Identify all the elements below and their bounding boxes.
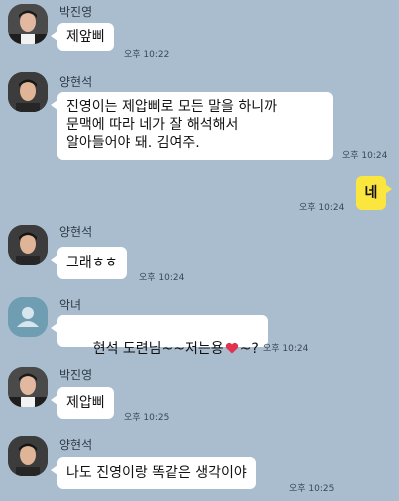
avatar[interactable] (8, 367, 48, 407)
message-bubble[interactable]: 나도 진영이랑 똑같은 생각이야 (51, 457, 256, 489)
chat-room[interactable]: 박진영 제앞삐 오후 10:22 양현석 진영이는 제압삐로 모든 말을 하니까… (0, 0, 399, 501)
sender-name: 악녀 (59, 298, 82, 312)
message-time: 오후 10:22 (124, 50, 170, 60)
message-time: 오후 10:24 (299, 203, 345, 213)
avatar[interactable] (8, 225, 48, 265)
message-bubble[interactable]: 제압삐 (51, 387, 114, 419)
message-time: 오후 10:25 (124, 413, 170, 423)
person-photo-icon (8, 4, 48, 44)
avatar[interactable] (8, 4, 48, 44)
default-profile-icon (8, 297, 48, 337)
sender-name: 양현석 (59, 438, 93, 452)
message-time: 오후 10:25 (289, 484, 335, 494)
avatar[interactable] (8, 436, 48, 476)
sender-name: 박진영 (59, 368, 93, 382)
sender-name: 양현석 (59, 225, 93, 239)
message-bubble[interactable]: 진영이는 제압삐로 모든 말을 하니까 문맥에 따라 네가 잘 해석해서 알아들… (51, 92, 333, 160)
person-photo-icon (8, 367, 48, 407)
avatar[interactable] (8, 72, 48, 112)
sender-name: 양현석 (59, 75, 93, 89)
person-photo-icon (8, 72, 48, 112)
message-time: 오후 10:24 (263, 344, 309, 354)
message-bubble[interactable]: 제앞삐 (51, 23, 114, 51)
my-message-bubble[interactable]: 네 (356, 176, 392, 210)
avatar[interactable] (8, 297, 48, 337)
message-time: 오후 10:24 (139, 273, 185, 283)
heart-emoji-icon (225, 342, 238, 354)
person-photo-icon (8, 436, 48, 476)
message-text: ~? (239, 341, 259, 357)
message-time: 오후 10:24 (342, 151, 388, 161)
person-photo-icon (8, 225, 48, 265)
message-bubble[interactable]: 그래ㅎㅎ (51, 247, 127, 279)
message-text: 현석 도련님~~저는용 (92, 341, 224, 357)
sender-name: 박진영 (59, 5, 93, 19)
message-bubble[interactable]: 현석 도련님~~저는용 ~? (51, 315, 268, 357)
